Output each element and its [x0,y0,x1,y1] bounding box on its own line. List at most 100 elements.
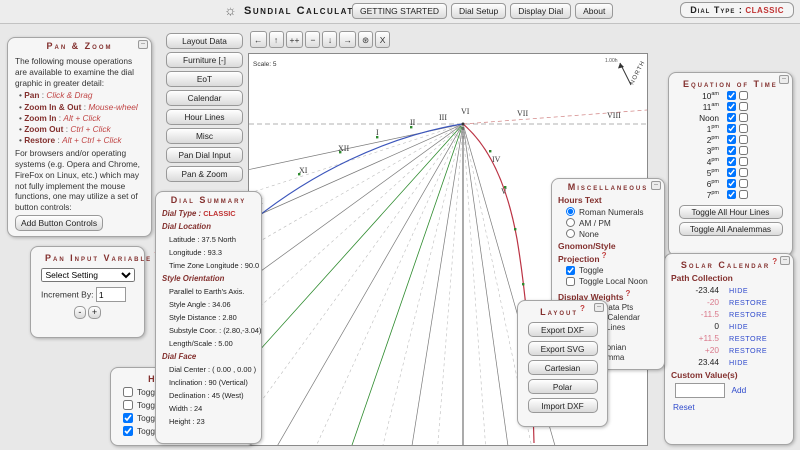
analemma-checkbox[interactable] [739,124,748,133]
hour-line-checkbox[interactable] [727,190,736,199]
roman-numerals-radio[interactable] [566,207,575,216]
analemma-checkbox[interactable] [739,113,748,122]
hour-line-checkbox[interactable] [727,102,736,111]
zoom-in-button[interactable]: ++ [285,31,304,48]
decrement-button[interactable]: - [73,306,86,319]
help-icon[interactable]: ? [580,304,585,313]
collapse-button[interactable]: -- [594,303,604,312]
standard-checkbox[interactable] [123,412,133,423]
analemma-checkbox[interactable] [739,168,748,177]
increment-row: Increment By: [31,287,144,302]
furniture-button[interactable]: Furniture [-] [166,52,243,68]
hour-suffix: pm [711,134,719,141]
path-action-link[interactable]: RESTORE [729,310,767,319]
half-hour-checkbox[interactable] [123,425,133,436]
hour-line-checkbox[interactable] [727,179,736,188]
restore-view-button[interactable]: ⊛ [357,31,374,48]
gnomon-toggle-checkbox[interactable] [566,265,575,275]
toggle-all-analemmas-button[interactable]: Toggle All Analemmas [678,222,783,236]
pan-up-button[interactable]: ↑ [268,31,284,48]
hour-suffix: am [711,101,719,108]
collapse-button[interactable]: -- [651,181,661,190]
collapse-button[interactable]: -- [780,256,790,265]
pan-down-button[interactable]: ↓ [322,31,338,48]
path-action-link[interactable]: HIDE [729,286,748,295]
increment-input[interactable] [95,287,126,302]
reset-paths-link[interactable]: Reset [673,402,695,412]
path-action-link[interactable]: RESTORE [729,346,767,355]
layout-panel: Layout? -- Export DXF Export SVG Cartesi… [517,300,608,427]
analemma-checkbox[interactable] [739,190,748,199]
path-action-link[interactable]: RESTORE [729,334,767,343]
analemma-checkbox[interactable] [739,135,748,144]
custom-value-input[interactable] [675,383,725,398]
hour-label: 1pm [691,124,719,134]
calendar-button[interactable]: Calendar [166,90,243,106]
help-icon[interactable]: ? [772,257,777,266]
analemma-checkbox[interactable] [739,146,748,155]
hour-line-checkbox[interactable] [727,135,736,144]
hour-line-checkbox[interactable] [727,91,736,100]
hour-line-checkbox[interactable] [727,157,736,166]
import-dxf-button[interactable]: Import DXF [527,398,598,413]
cartesian-button[interactable]: Cartesian [527,360,598,375]
dial-setup-button[interactable]: Dial Setup [451,3,507,19]
collapse-button[interactable]: -- [138,40,148,49]
babylonian-checkbox[interactable] [123,386,133,397]
collapse-button[interactable]: -- [779,75,789,84]
export-svg-button[interactable]: Export SVG [527,341,598,356]
toggle-all-hour-lines-button[interactable]: Toggle All Hour Lines [678,205,783,219]
roman-numerals-radio-row[interactable]: Roman Numerals [552,206,664,217]
list-item: Pan : Click & Drag [19,90,144,101]
none-radio-row[interactable]: None [552,228,664,239]
am-pm-radio-row[interactable]: AM / PM [552,217,664,228]
getting-started-button[interactable]: GETTING STARTED [352,3,448,19]
hour-numeral: V [501,187,507,196]
help-icon[interactable]: ? [626,289,631,298]
add-button-controls-button[interactable]: Add Button Controls [15,214,104,231]
help-icon[interactable]: ? [602,251,607,260]
radio-label: AM / PM [579,217,611,228]
path-action-link[interactable]: HIDE [729,358,748,367]
about-button[interactable]: About [575,3,614,19]
pan-right-button[interactable]: → [339,31,356,48]
hour-label: 7pm [691,190,719,200]
hour-line-checkbox[interactable] [727,168,736,177]
hour-numeral: IV [492,155,501,164]
am-pm-radio[interactable] [566,218,575,227]
pan-left-button[interactable]: ← [250,31,267,48]
close-controls-button[interactable]: X [375,31,391,48]
zoom-out-button[interactable]: − [305,31,321,48]
add-custom-value-link[interactable]: Add [732,385,747,395]
none-radio[interactable] [566,229,575,238]
analemma-checkbox[interactable] [739,179,748,188]
pan-and-zoom-button[interactable]: Pan & Zoom [166,166,243,182]
misc-button[interactable]: Misc [166,128,243,144]
italian-checkbox[interactable] [123,399,133,410]
path-action-link[interactable]: RESTORE [729,298,767,307]
checkbox-label: Toggle Local Noon [579,276,648,287]
pan-dial-input-button[interactable]: Pan Dial Input [166,147,243,163]
winter-solstice-path [238,123,463,233]
panel-body: The following mouse operations are avail… [8,52,151,235]
gnomon-toggle-row[interactable]: Toggle [552,265,664,276]
eot-button[interactable]: EoT [166,71,243,87]
path-value: -11.5 [700,309,719,319]
increment-button[interactable]: + [87,306,102,319]
layout-data-button[interactable]: Layout Data [166,33,243,49]
analemma-checkbox[interactable] [739,102,748,111]
hour-numeral: III [439,113,447,122]
local-noon-checkbox[interactable] [566,276,575,286]
display-dial-button[interactable]: Display Dial [510,3,572,19]
path-action-link[interactable]: HIDE [729,322,748,331]
hour-line-checkbox[interactable] [727,113,736,122]
export-dxf-button[interactable]: Export DXF [527,322,598,337]
pan-setting-select[interactable]: Select Setting [40,268,135,282]
hour-line-checkbox[interactable] [727,146,736,155]
polar-button[interactable]: Polar [527,379,598,394]
analemma-checkbox[interactable] [739,157,748,166]
local-noon-row[interactable]: Toggle Local Noon [552,276,664,287]
hour-line-checkbox[interactable] [727,124,736,133]
hour-lines-button[interactable]: Hour Lines [166,109,243,125]
analemma-checkbox[interactable] [739,91,748,100]
